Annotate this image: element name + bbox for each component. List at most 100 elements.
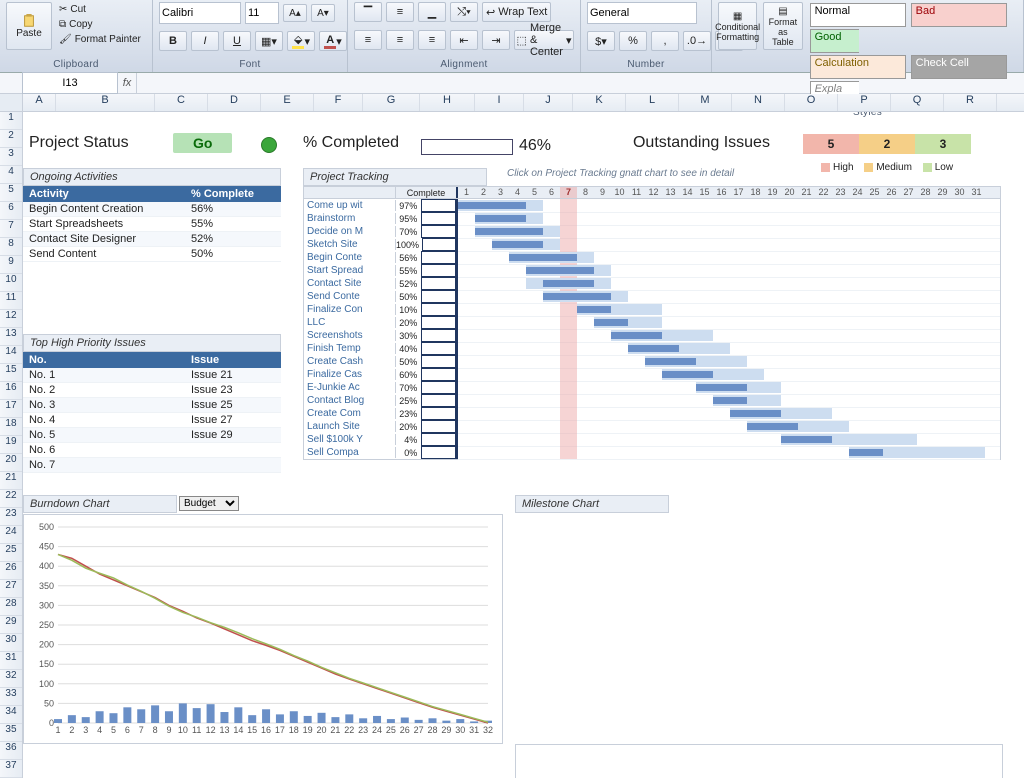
burndown-select[interactable]: Budget xyxy=(179,496,239,511)
wrap-text-button[interactable]: ↩Wrap Text xyxy=(482,2,551,22)
increase-font-button[interactable]: A▴ xyxy=(283,4,307,22)
font-family-select[interactable] xyxy=(159,2,241,24)
gantt-row[interactable]: Begin Conte 56% xyxy=(304,251,1000,264)
name-box[interactable] xyxy=(22,72,118,94)
col-header[interactable]: H xyxy=(420,94,475,111)
align-top-button[interactable]: ▔ xyxy=(354,2,382,22)
cut-button[interactable]: ✂Cut xyxy=(56,2,144,16)
gantt-chart[interactable]: Complete 1234567891011121314151617181920… xyxy=(303,186,1001,460)
col-header[interactable]: L xyxy=(626,94,679,111)
align-bottom-button[interactable]: ▁ xyxy=(418,2,446,22)
gantt-row[interactable]: Start Spread 55% xyxy=(304,264,1000,277)
row-header[interactable]: 3 xyxy=(0,148,22,166)
row-header[interactable]: 35 xyxy=(0,724,22,742)
col-header[interactable]: E xyxy=(261,94,314,111)
col-header[interactable]: B xyxy=(56,94,155,111)
align-middle-button[interactable]: ≡ xyxy=(386,2,414,22)
col-header[interactable]: O xyxy=(785,94,838,111)
comma-format-button[interactable]: , xyxy=(651,31,679,51)
col-header[interactable]: C xyxy=(155,94,208,111)
gantt-row[interactable]: Screenshots 30% xyxy=(304,329,1000,342)
style-good[interactable]: Good xyxy=(810,29,859,53)
table-row[interactable]: Send Content50% xyxy=(23,247,281,262)
row-header[interactable]: 19 xyxy=(0,436,22,454)
merge-center-button[interactable]: ⬚Merge & Center▾ xyxy=(514,30,574,50)
gantt-row[interactable]: Come up wit 97% xyxy=(304,199,1000,212)
gantt-row[interactable]: Finish Temp 40% xyxy=(304,342,1000,355)
row-header[interactable]: 9 xyxy=(0,256,22,274)
gantt-row[interactable]: Sell Compa 0% xyxy=(304,446,1000,459)
table-row[interactable]: Start Spreadsheets55% xyxy=(23,217,281,232)
col-header[interactable]: N xyxy=(732,94,785,111)
row-header[interactable]: 4 xyxy=(0,166,22,184)
table-row[interactable]: Begin Content Creation56% xyxy=(23,202,281,217)
col-header[interactable]: P xyxy=(838,94,891,111)
row-header[interactable]: 8 xyxy=(0,238,22,256)
col-header[interactable]: A xyxy=(23,94,56,111)
row-header[interactable]: 6 xyxy=(0,202,22,220)
table-row[interactable]: No. 4Issue 27 xyxy=(23,413,281,428)
orientation-button[interactable]: ⤭▾ xyxy=(450,2,478,22)
conditional-formatting-button[interactable]: ▦Conditional Formatting xyxy=(718,2,757,50)
table-row[interactable]: No. 2Issue 23 xyxy=(23,383,281,398)
accounting-format-button[interactable]: $▾ xyxy=(587,31,615,51)
fx-icon[interactable]: fx xyxy=(118,77,136,89)
row-header[interactable]: 20 xyxy=(0,454,22,472)
font-color-button[interactable]: A▾ xyxy=(319,31,347,51)
row-header[interactable]: 34 xyxy=(0,706,22,724)
row-header[interactable]: 26 xyxy=(0,562,22,580)
font-size-select[interactable] xyxy=(245,2,279,24)
gantt-row[interactable]: Launch Site 20% xyxy=(304,420,1000,433)
paste-button[interactable]: Paste xyxy=(6,2,52,50)
col-header[interactable]: D xyxy=(208,94,261,111)
fill-color-button[interactable]: ⬙▾ xyxy=(287,31,315,51)
row-header[interactable]: 2 xyxy=(0,130,22,148)
increase-indent-button[interactable]: ⇥ xyxy=(482,30,510,50)
row-header[interactable]: 21 xyxy=(0,472,22,490)
align-left-button[interactable]: ≡ xyxy=(354,30,382,50)
table-row[interactable]: No. 6 xyxy=(23,443,281,458)
burndown-chart[interactable]: 0501001502002503003504004505001234567891… xyxy=(23,514,503,744)
align-right-button[interactable]: ≡ xyxy=(418,30,446,50)
decrease-font-button[interactable]: A▾ xyxy=(311,4,335,22)
col-header[interactable]: F xyxy=(314,94,363,111)
col-header[interactable]: M xyxy=(679,94,732,111)
row-header[interactable]: 24 xyxy=(0,526,22,544)
col-header[interactable]: G xyxy=(363,94,420,111)
style-check-cell[interactable]: Check Cell xyxy=(911,55,1007,79)
align-center-button[interactable]: ≡ xyxy=(386,30,414,50)
col-header[interactable]: R xyxy=(944,94,997,111)
col-header[interactable]: K xyxy=(573,94,626,111)
format-as-table-button[interactable]: ▤Format as Table xyxy=(763,2,802,50)
style-normal[interactable]: Normal xyxy=(810,3,906,27)
row-header[interactable]: 33 xyxy=(0,688,22,706)
decrease-indent-button[interactable]: ⇤ xyxy=(450,30,478,50)
row-header[interactable]: 14 xyxy=(0,346,22,364)
gantt-row[interactable]: Sketch Site 100% xyxy=(304,238,1000,251)
row-header[interactable]: 12 xyxy=(0,310,22,328)
row-header[interactable]: 1 xyxy=(0,112,22,130)
row-header[interactable]: 7 xyxy=(0,220,22,238)
format-painter-button[interactable]: 🖌Format Painter xyxy=(56,32,144,46)
row-header[interactable]: 5 xyxy=(0,184,22,202)
gantt-row[interactable]: Create Cash 50% xyxy=(304,355,1000,368)
row-header[interactable]: 16 xyxy=(0,382,22,400)
gantt-row[interactable]: Sell $100k Y 4% xyxy=(304,433,1000,446)
table-row[interactable]: No. 7 xyxy=(23,458,281,473)
row-header[interactable]: 25 xyxy=(0,544,22,562)
row-header[interactable]: 15 xyxy=(0,364,22,382)
col-header[interactable]: Q xyxy=(891,94,944,111)
worksheet[interactable]: ABCDEFGHIJKLMNOPQR 123456789101112131415… xyxy=(0,94,1024,778)
style-bad[interactable]: Bad xyxy=(911,3,1007,27)
col-header[interactable]: I xyxy=(475,94,524,111)
col-header[interactable]: J xyxy=(524,94,573,111)
row-header[interactable]: 29 xyxy=(0,616,22,634)
row-header[interactable]: 22 xyxy=(0,490,22,508)
bold-button[interactable]: B xyxy=(159,31,187,51)
milestone-chart[interactable]: Jan 11Feb 11Mar 11Apr 11May 11Jun 11Jul … xyxy=(515,744,1003,778)
row-header[interactable]: 31 xyxy=(0,652,22,670)
row-header[interactable]: 11 xyxy=(0,292,22,310)
row-header[interactable]: 37 xyxy=(0,760,22,778)
gantt-row[interactable]: LLC 20% xyxy=(304,316,1000,329)
copy-button[interactable]: ⧉Copy xyxy=(56,17,144,31)
